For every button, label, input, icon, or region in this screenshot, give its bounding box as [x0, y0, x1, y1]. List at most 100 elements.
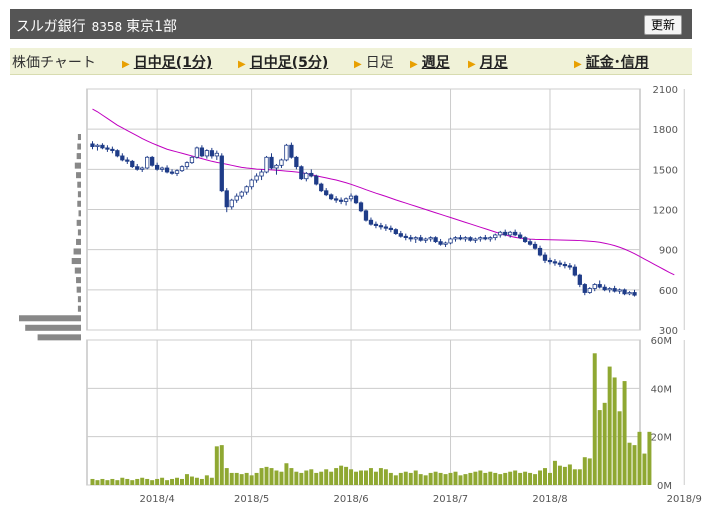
candle-body — [373, 223, 379, 226]
volume-bar — [403, 471, 408, 485]
candle-body — [612, 288, 617, 292]
candle-body — [234, 195, 239, 201]
volume-bar — [597, 410, 602, 485]
volume-profile-bar — [76, 286, 81, 293]
candle-body — [169, 171, 175, 174]
volume-bar — [562, 466, 567, 485]
volume-bar — [567, 464, 572, 485]
candle-body — [448, 238, 453, 244]
volume-bar — [150, 480, 155, 485]
volume-bar — [423, 475, 428, 485]
volume-bar — [488, 471, 493, 485]
volume-bar — [130, 480, 135, 485]
price-tick-label: 2100 — [653, 85, 678, 96]
candle-body — [319, 183, 324, 192]
candle-body — [100, 144, 105, 149]
volume-bar — [572, 469, 577, 485]
volume-bar — [547, 472, 552, 485]
candle-body — [522, 237, 528, 243]
volume-bar — [627, 442, 632, 485]
volume-bar — [468, 472, 473, 485]
candle-body — [607, 288, 612, 291]
volume-bar — [433, 471, 438, 485]
volume-bar — [413, 470, 418, 485]
candle-body — [632, 292, 637, 296]
volume-bar — [513, 470, 518, 485]
volume-bar — [180, 478, 184, 485]
volume-profile-bar — [37, 334, 81, 341]
candle-body — [518, 234, 523, 239]
volume-bar — [388, 472, 393, 485]
volume-bar — [368, 468, 373, 485]
volume-bar — [463, 474, 468, 485]
volume-bar — [508, 471, 513, 485]
price-tick-label: 600 — [659, 286, 678, 297]
candle-body — [334, 198, 339, 201]
price-tick-label: 1200 — [653, 206, 678, 217]
candle-body — [552, 261, 558, 264]
candle-body — [597, 284, 602, 288]
volume-profile-bar — [77, 143, 81, 150]
volume-bar — [518, 472, 523, 485]
candle-body — [398, 233, 403, 237]
volume-bar — [473, 471, 478, 485]
date-tick-label: 2018/5 — [234, 494, 269, 505]
candle-body — [453, 237, 458, 240]
volume-bar — [214, 446, 219, 485]
volume-bar — [125, 478, 130, 485]
candle-body — [483, 237, 488, 240]
volume-tick-label: 40M — [651, 384, 672, 395]
volume-bar — [184, 474, 189, 485]
volume-bar — [478, 470, 483, 485]
volume-profile-bar — [71, 258, 81, 265]
volume-bar — [552, 460, 557, 485]
volume-profile-bar — [77, 296, 81, 303]
volume-profile-bar — [77, 134, 81, 141]
volume-bar — [135, 478, 140, 485]
candle-body — [229, 199, 234, 208]
candle-body — [130, 160, 135, 168]
price-panel: 3006009001200150018002100 — [86, 85, 685, 337]
volume-bar — [319, 471, 324, 485]
candle-body — [254, 175, 259, 181]
volume-bar — [304, 470, 309, 485]
volume-profile-bar — [74, 162, 81, 169]
volume-bar — [408, 472, 413, 485]
volume-profile-bar — [25, 324, 81, 331]
volume-bar — [160, 477, 165, 485]
candle-body — [572, 266, 577, 276]
volume-profile-bar — [76, 153, 81, 160]
candle-body — [587, 288, 592, 293]
candle-body — [488, 237, 493, 240]
candle-body — [602, 286, 607, 291]
volume-bar — [95, 480, 100, 485]
candle-body — [115, 150, 120, 157]
candle-body — [259, 171, 264, 177]
candle-body — [249, 179, 254, 188]
volume-bar — [244, 472, 249, 485]
volume-profile-bar — [77, 191, 81, 198]
candle-body — [627, 292, 632, 295]
candle-body — [547, 259, 553, 263]
volume-bar — [234, 472, 239, 485]
volume-bar — [349, 469, 354, 485]
volume-bar — [334, 468, 339, 485]
candle-body — [388, 227, 393, 230]
volume-bar — [523, 471, 528, 485]
candle-body — [338, 199, 344, 202]
volume-bar — [175, 477, 180, 485]
volume-bar — [309, 469, 314, 485]
candle-body — [219, 155, 224, 192]
volume-bar — [528, 472, 533, 485]
candle-body — [154, 164, 160, 170]
volume-bar — [428, 472, 433, 485]
volume-bar — [498, 474, 503, 485]
volume-plot-area — [86, 339, 641, 486]
candle-body — [90, 143, 95, 147]
volume-bar — [443, 474, 448, 485]
volume-bar — [592, 353, 597, 485]
candle-body — [592, 284, 597, 289]
volume-bar — [90, 478, 95, 485]
volume-bar — [140, 477, 145, 485]
candle-body — [617, 289, 622, 292]
